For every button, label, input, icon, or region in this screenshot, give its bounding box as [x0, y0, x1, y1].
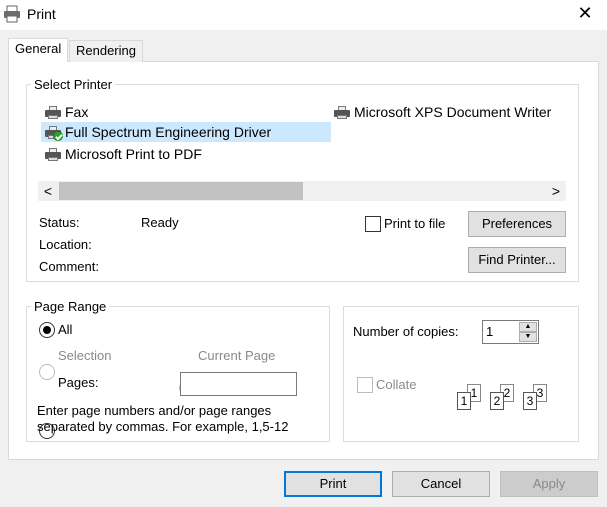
printer-item-xps[interactable]: Microsoft XPS Document Writer: [333, 102, 551, 122]
print-to-file-checkbox[interactable]: [365, 216, 381, 232]
printer-name: Microsoft XPS Document Writer: [354, 104, 552, 120]
comment-label: Comment:: [39, 259, 99, 274]
print-button[interactable]: Print: [284, 471, 382, 497]
select-printer-legend: Select Printer: [31, 77, 116, 92]
printer-icon: [44, 147, 62, 161]
close-icon: ✕: [577, 3, 593, 23]
scroll-left-arrow-icon[interactable]: <: [38, 181, 58, 201]
scroll-thumb[interactable]: [59, 182, 303, 200]
page-sheet: 1: [457, 392, 471, 410]
default-printer-icon: [44, 125, 63, 141]
printer-icon: [3, 5, 21, 23]
page-sheet: 3: [523, 392, 537, 410]
all-radio-label[interactable]: All: [58, 322, 72, 337]
selection-radio-label[interactable]: Selection: [58, 348, 111, 363]
selection-radio[interactable]: [39, 364, 55, 380]
spin-down-icon[interactable]: ▼: [519, 332, 537, 342]
printer-name: Full Spectrum Engineering Driver: [65, 124, 272, 140]
cancel-button[interactable]: Cancel: [392, 471, 490, 497]
collate-label[interactable]: Collate: [376, 377, 416, 392]
apply-button[interactable]: Apply: [500, 471, 598, 497]
printer-icon: [44, 105, 62, 119]
find-printer-button[interactable]: Find Printer...: [468, 247, 566, 273]
title-bar: [0, 0, 607, 30]
printer-item-fax[interactable]: Fax: [44, 102, 88, 122]
preferences-button[interactable]: Preferences: [468, 211, 566, 237]
tab-general[interactable]: General: [8, 38, 69, 62]
printer-icon: [333, 105, 351, 119]
window-title: Print: [27, 6, 56, 22]
copies-value[interactable]: 1: [486, 324, 493, 339]
printer-list-scrollbar[interactable]: < >: [38, 181, 566, 201]
page-range-hint: Enter page numbers and/or page ranges se…: [37, 403, 289, 434]
copies-stepper[interactable]: 1 ▲ ▼: [482, 320, 539, 344]
printer-item-pdf[interactable]: Microsoft Print to PDF: [44, 144, 202, 164]
scroll-right-arrow-icon[interactable]: >: [546, 181, 566, 201]
page-range-legend: Page Range: [31, 299, 110, 314]
printer-name: Fax: [65, 104, 89, 120]
printer-name: Microsoft Print to PDF: [65, 146, 202, 162]
collate-checkbox[interactable]: [357, 377, 373, 393]
status-value: Ready: [141, 215, 179, 230]
page-sheet: 2: [490, 392, 504, 410]
checkmark-icon: [53, 131, 63, 141]
copies-label: Number of copies:: [353, 324, 459, 339]
pages-radio-label[interactable]: Pages:: [58, 375, 98, 390]
status-label: Status:: [39, 215, 80, 230]
tab-rendering[interactable]: Rendering: [69, 40, 143, 62]
pages-input[interactable]: [180, 372, 297, 396]
print-to-file-label[interactable]: Print to file: [384, 216, 445, 231]
printer-item-full-spectrum[interactable]: Full Spectrum Engineering Driver: [41, 122, 331, 142]
close-button[interactable]: ✕: [571, 3, 599, 25]
current-page-radio-label[interactable]: Current Page: [198, 348, 275, 363]
spin-up-icon[interactable]: ▲: [519, 322, 537, 332]
collate-illustration-icon: 1 1 2 2 3 3: [454, 384, 554, 414]
location-label: Location:: [39, 237, 92, 252]
all-radio[interactable]: [39, 322, 55, 338]
